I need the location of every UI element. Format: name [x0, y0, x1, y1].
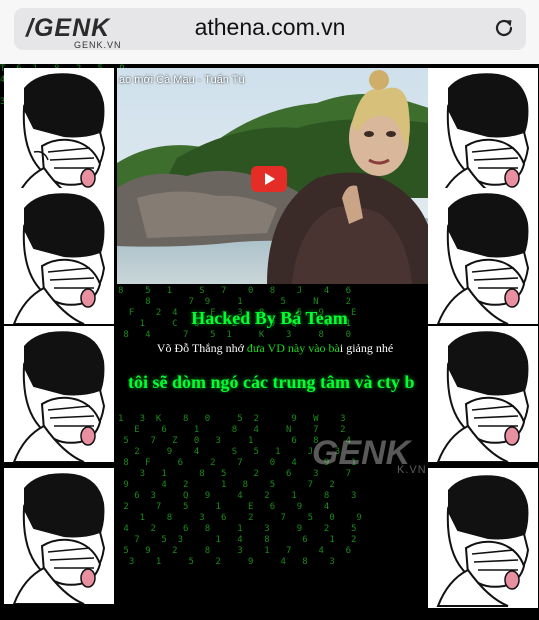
- meme-image: [4, 68, 114, 204]
- play-icon[interactable]: [251, 166, 287, 192]
- browser-toolbar: /GENK GENK.VN athena.com.vn: [0, 0, 539, 64]
- genk-logo-subtitle: GENK.VN: [74, 40, 122, 50]
- message-text: i giảng nhé: [339, 341, 394, 355]
- meme-image: [4, 468, 114, 604]
- meme-image: [4, 188, 114, 324]
- meme-image: [428, 188, 538, 324]
- url-text[interactable]: athena.com.vn: [150, 14, 390, 41]
- hacked-heading: Hacked By Bá Team: [191, 308, 348, 328]
- meme-image: [428, 468, 538, 608]
- meme-image: [4, 326, 114, 462]
- meme-image: [428, 68, 538, 204]
- youtube-video[interactable]: ao mới Cà Mau - Tuấn Tú: [117, 68, 429, 284]
- message-highlight: đưa VD này vào bà: [246, 341, 340, 355]
- genk-logo: /GENK: [26, 14, 111, 42]
- scrolling-message: tôi sẽ dòm ngó các trung tâm và cty b: [128, 372, 415, 392]
- hacked-page: 8 5 1 S 7 0 8 J 4 6 8 7 9 1 5 N 2 F 2 4 …: [0, 64, 539, 620]
- meme-image: [428, 326, 538, 462]
- reload-icon[interactable]: [492, 16, 516, 40]
- genk-watermark: GENK: [312, 434, 411, 472]
- message-line: Võ Đỗ Thắng nhớ đưa VD này vào bài giảng…: [110, 341, 440, 356]
- message-text: Võ Đỗ Thắng nhớ: [156, 341, 247, 355]
- genk-watermark-subtitle: K.VN: [397, 464, 427, 476]
- video-title: ao mới Cà Mau - Tuấn Tú: [119, 74, 245, 86]
